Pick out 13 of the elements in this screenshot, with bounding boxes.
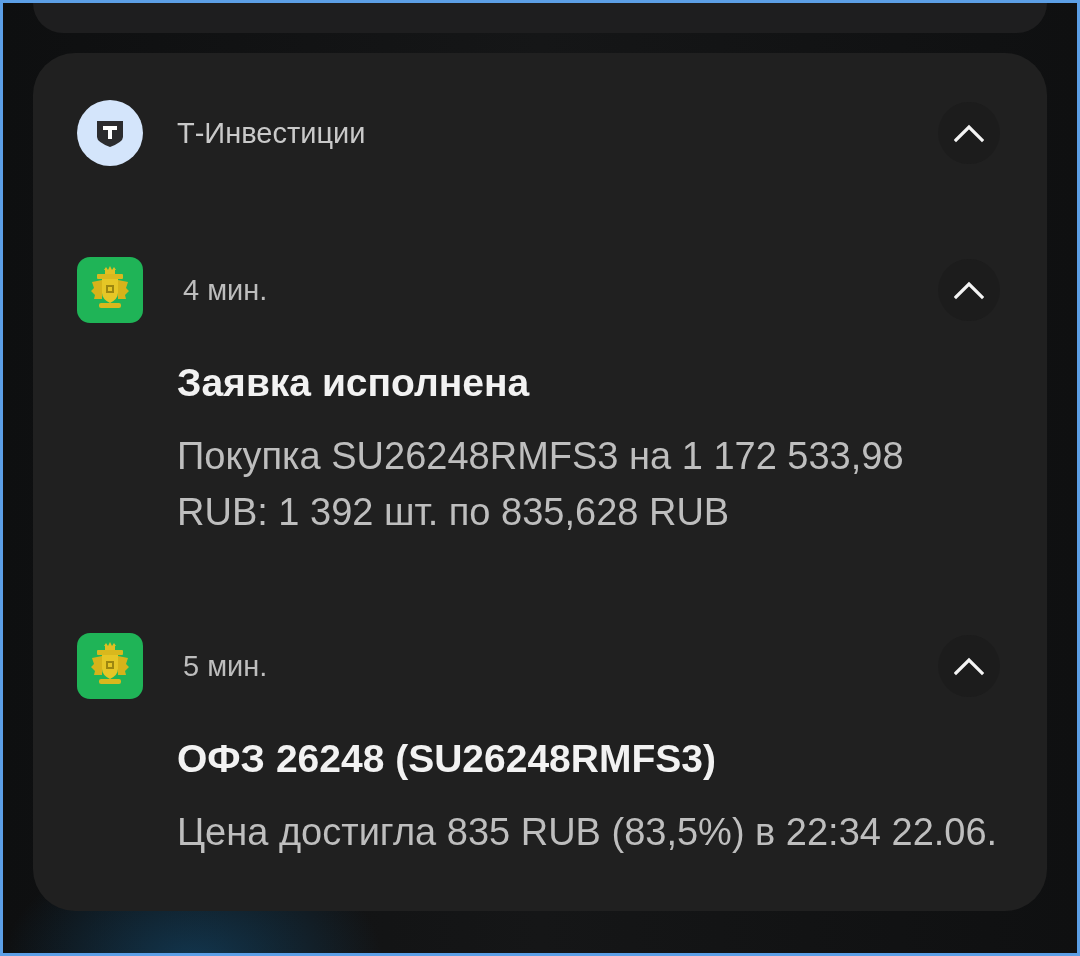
app-name: Т-Инвестиции — [177, 116, 366, 150]
crest-icon — [77, 633, 143, 699]
chevron-up-icon — [954, 656, 984, 676]
notification-text: Покупка SU26248RMFS3 на 1 172 533,98 RUB: 1 392 шт. по 835,628 RUB — [177, 434, 905, 535]
notification-title: Заявка исполнена — [177, 361, 531, 405]
notification-title: ОФЗ 26248 (SU26248RMFS3) — [177, 737, 717, 781]
notification-time: 5 мин. — [183, 649, 268, 683]
shield-logo-icon — [77, 100, 143, 166]
notification-time: 4 мин. — [183, 273, 268, 307]
notification-text: Цена достигла 835 RUB (83,5%) в 22:34 22.06. — [177, 810, 999, 855]
chevron-up-icon — [954, 123, 984, 143]
crest-icon — [77, 257, 143, 323]
chevron-up-icon — [954, 280, 984, 300]
